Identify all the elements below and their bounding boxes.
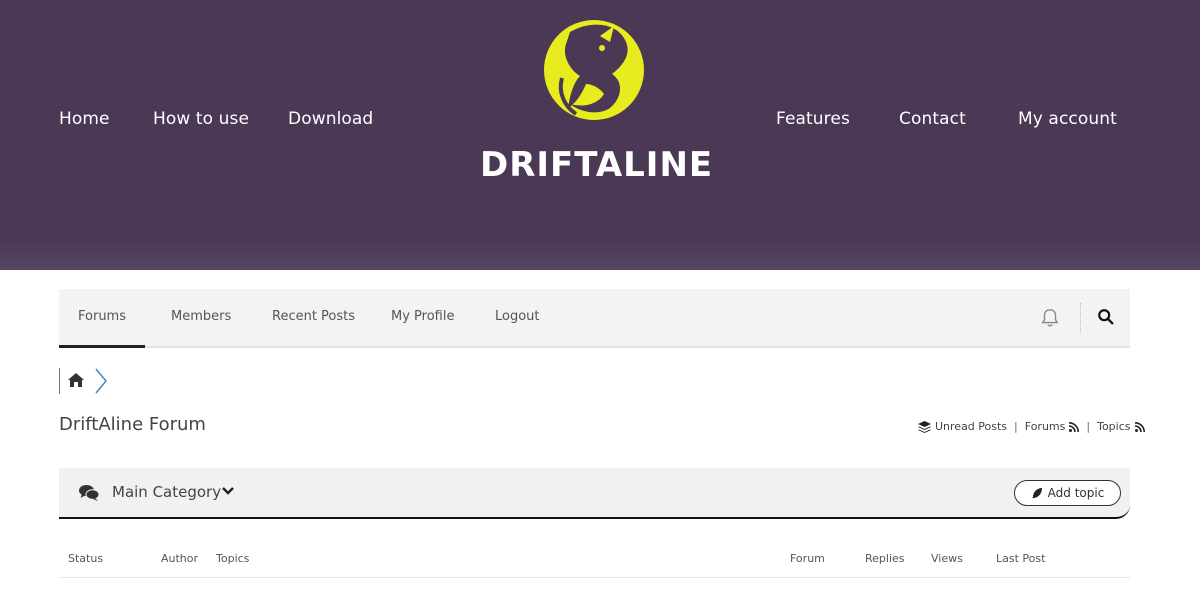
brand-name: DRIFTALINE	[480, 145, 714, 185]
column-last-post: Last Post	[996, 552, 1046, 565]
tab-logout[interactable]: Logout	[495, 289, 540, 348]
column-author: Author	[161, 552, 199, 565]
topics-feed-link[interactable]: Topics	[1097, 420, 1145, 433]
column-views: Views	[931, 552, 963, 565]
separator: |	[1086, 420, 1091, 433]
comments-icon	[79, 485, 99, 501]
nav-contact-link[interactable]: Contact	[899, 109, 966, 129]
search-icon[interactable]	[1097, 308, 1115, 326]
topics-table-header: Status Author Topics Forum Replies Views…	[59, 540, 1130, 578]
forum-nav-bar: Forums Members Recent Posts My Profile L…	[59, 289, 1130, 348]
chevron-down-icon[interactable]	[221, 485, 235, 497]
unread-posts-link[interactable]: Unread Posts	[918, 420, 1007, 433]
separator: |	[1014, 420, 1018, 433]
dragon-logo-icon[interactable]	[540, 12, 648, 124]
column-forum: Forum	[790, 552, 825, 565]
add-topic-button[interactable]: Add topic	[1014, 480, 1121, 506]
chevron-right-icon	[95, 368, 107, 394]
breadcrumb-divider	[59, 368, 60, 394]
column-topics: Topics	[216, 552, 250, 565]
tab-members[interactable]: Members	[171, 289, 231, 348]
layers-icon	[918, 420, 931, 433]
site-header: Home How to use Download Features Contac…	[0, 0, 1200, 270]
bell-icon[interactable]	[1039, 307, 1061, 329]
forums-feed-link[interactable]: Forums	[1025, 420, 1080, 433]
nav-home-link[interactable]: Home	[59, 109, 110, 129]
category-header: Main Category Add topic	[59, 468, 1130, 519]
category-name[interactable]: Main Category	[112, 483, 221, 501]
rss-icon	[1069, 421, 1080, 432]
column-replies: Replies	[865, 552, 905, 565]
nav-features-link[interactable]: Features	[776, 109, 850, 129]
add-topic-label: Add topic	[1047, 486, 1105, 500]
nav-how-to-use-link[interactable]: How to use	[153, 109, 249, 129]
unread-posts-label: Unread Posts	[935, 420, 1008, 433]
tab-recent-posts[interactable]: Recent Posts	[272, 289, 355, 348]
topics-feed-label: Topics	[1097, 420, 1131, 433]
tab-forums[interactable]: Forums	[59, 289, 145, 348]
feather-icon	[1031, 488, 1042, 498]
nav-download-link[interactable]: Download	[288, 109, 373, 129]
page-title: DriftAline Forum	[59, 414, 206, 435]
column-status: Status	[68, 552, 104, 565]
quick-links: Unread Posts | Forums | Topics	[918, 420, 1145, 433]
nav-my-account-link[interactable]: My account	[1018, 109, 1117, 129]
nav-divider	[1080, 303, 1081, 333]
forums-feed-label: Forums	[1024, 420, 1066, 433]
home-icon[interactable]	[68, 373, 84, 387]
rss-icon	[1134, 421, 1145, 432]
breadcrumb	[59, 366, 119, 396]
tab-my-profile[interactable]: My Profile	[391, 289, 454, 348]
